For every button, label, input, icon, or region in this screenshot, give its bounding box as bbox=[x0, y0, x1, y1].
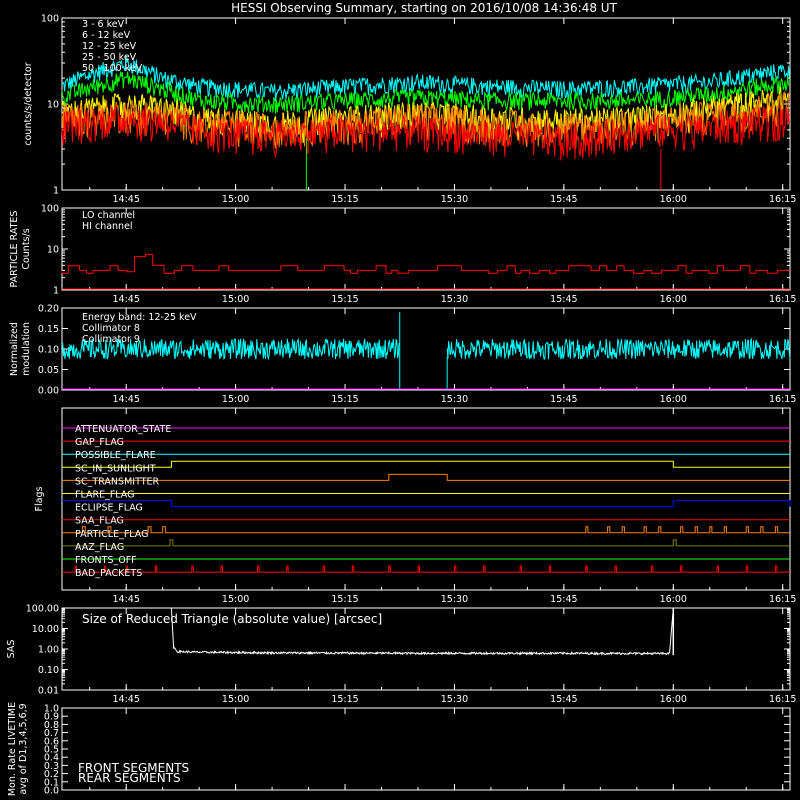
x-tick-label: 14:45 bbox=[112, 294, 139, 305]
x-tick-label: 16:00 bbox=[660, 694, 687, 705]
y-tick-label: 100.00 bbox=[26, 604, 59, 615]
y-axis-label-line1: Normalized bbox=[9, 322, 20, 376]
x-tick-label: 14:45 bbox=[112, 694, 139, 705]
legend-entry: Collimator 8 bbox=[82, 323, 140, 334]
x-tick-label: 15:15 bbox=[331, 394, 358, 405]
x-tick-label: 16:00 bbox=[660, 194, 687, 205]
x-tick-label: 15:00 bbox=[222, 694, 249, 705]
flag-label: GAP_FLAG bbox=[75, 437, 124, 448]
y-axis-label: counts/s/detector bbox=[23, 62, 34, 145]
x-tick-label: 16:15 bbox=[769, 594, 796, 605]
x-tick-label: 15:00 bbox=[222, 194, 249, 205]
y-tick-label: 10 bbox=[47, 245, 59, 256]
flag-label: SC_TRANSMITTER bbox=[75, 476, 160, 487]
y-axis-label: SAS bbox=[6, 640, 17, 659]
y-tick-label: 0.00 bbox=[38, 386, 59, 397]
x-tick-label: 15:15 bbox=[331, 194, 358, 205]
panel-annotation: Size of Reduced Triangle (absolute value… bbox=[82, 612, 382, 626]
y-tick-label: 10.00 bbox=[32, 624, 59, 635]
x-tick-label: 16:00 bbox=[660, 294, 687, 305]
x-tick-label: 15:45 bbox=[550, 594, 577, 605]
x-tick-label: 15:30 bbox=[441, 594, 468, 605]
x-tick-label: 15:00 bbox=[222, 394, 249, 405]
y-tick-label: 100 bbox=[41, 14, 59, 25]
y-tick-label: 0.01 bbox=[38, 686, 59, 697]
flag-label: ECLIPSE_FLAG bbox=[75, 503, 143, 514]
legend-entry: 25 - 50 keV bbox=[82, 52, 137, 63]
x-tick-label: 16:15 bbox=[769, 394, 796, 405]
y-tick-label: 1.0 bbox=[44, 704, 59, 715]
y-tick-label: 0.20 bbox=[38, 304, 59, 315]
flag-label: POSSIBLE_FLARE bbox=[75, 450, 156, 461]
x-tick-label: 15:30 bbox=[441, 694, 468, 705]
x-tick-label: 16:15 bbox=[769, 694, 796, 705]
flag-label: SAA_FLAG bbox=[75, 516, 124, 527]
x-tick-label: 14:45 bbox=[112, 394, 139, 405]
y-tick-label: 1 bbox=[53, 186, 59, 197]
flag-label: PARTICLE_FLAG bbox=[75, 529, 148, 540]
x-tick-label: 16:15 bbox=[769, 194, 796, 205]
panel-annotation: Energy band: 12-25 keV bbox=[82, 312, 197, 323]
y-axis-label-line1: PARTICLE RATES bbox=[9, 211, 20, 288]
x-tick-label: 15:45 bbox=[550, 394, 577, 405]
x-tick-label: 14:45 bbox=[112, 594, 139, 605]
legend-entry: 6 - 12 keV bbox=[82, 30, 131, 41]
legend-entry: Collimator 9 bbox=[82, 334, 140, 345]
y-tick-label: 0.05 bbox=[38, 365, 59, 376]
y-axis-label: Flags bbox=[34, 486, 45, 511]
x-tick-label: 15:45 bbox=[550, 194, 577, 205]
flag-label: FRONTS_OFF bbox=[75, 555, 137, 566]
y-tick-label: 10 bbox=[47, 100, 59, 111]
legend-entry: HI channel bbox=[82, 221, 133, 232]
flag-label: SC_IN_SUNLIGHT bbox=[75, 463, 156, 474]
x-tick-label: 15:30 bbox=[441, 194, 468, 205]
y-tick-label: 100 bbox=[41, 204, 59, 215]
x-tick-label: 16:00 bbox=[660, 594, 687, 605]
flag-label: FLARE_FLAG bbox=[75, 490, 135, 501]
x-tick-label: 15:15 bbox=[331, 694, 358, 705]
y-axis-label-line2: modulation bbox=[21, 322, 32, 376]
x-tick-label: 14:45 bbox=[112, 194, 139, 205]
x-tick-label: 15:00 bbox=[222, 594, 249, 605]
x-tick-label: 15:15 bbox=[331, 294, 358, 305]
y-tick-label: 0.10 bbox=[38, 345, 59, 356]
y-tick-label: 1 bbox=[53, 286, 59, 297]
y-axis-label-line2: Counts/s bbox=[21, 228, 32, 269]
x-tick-label: 16:15 bbox=[769, 294, 796, 305]
legend-entry: 12 - 25 keV bbox=[82, 41, 137, 52]
x-tick-label: 15:00 bbox=[222, 294, 249, 305]
y-tick-label: 0.10 bbox=[38, 665, 59, 676]
flag-label: BAD_PACKETS bbox=[75, 568, 142, 579]
flag-label: AAZ_FLAG bbox=[75, 542, 124, 553]
y-tick-label: 0.15 bbox=[38, 324, 59, 335]
observing-summary-figure: HESSI Observing Summary, starting on 201… bbox=[0, 0, 800, 800]
legend-entry: 3 - 6 keV bbox=[82, 19, 125, 30]
y-tick-label: 1.00 bbox=[38, 645, 59, 656]
legend-entry: 50 - 100 keV bbox=[82, 63, 143, 74]
flag-label: ATTENUATOR_STATE bbox=[75, 424, 171, 435]
figure-title: HESSI Observing Summary, starting on 201… bbox=[231, 1, 617, 15]
x-tick-label: 16:00 bbox=[660, 394, 687, 405]
legend-entry: LO channel bbox=[82, 210, 135, 221]
x-tick-label: 15:30 bbox=[441, 394, 468, 405]
x-tick-label: 15:30 bbox=[441, 294, 468, 305]
legend-entry: REAR SEGMENTS bbox=[78, 771, 181, 785]
y-axis-label-line2: avg of D1,3,4,5,6,9 bbox=[18, 703, 29, 794]
x-tick-label: 15:45 bbox=[550, 694, 577, 705]
y-axis-label-line1: Mon. Rate LIVETIME bbox=[7, 702, 18, 796]
x-tick-label: 15:15 bbox=[331, 594, 358, 605]
x-tick-label: 15:45 bbox=[550, 294, 577, 305]
